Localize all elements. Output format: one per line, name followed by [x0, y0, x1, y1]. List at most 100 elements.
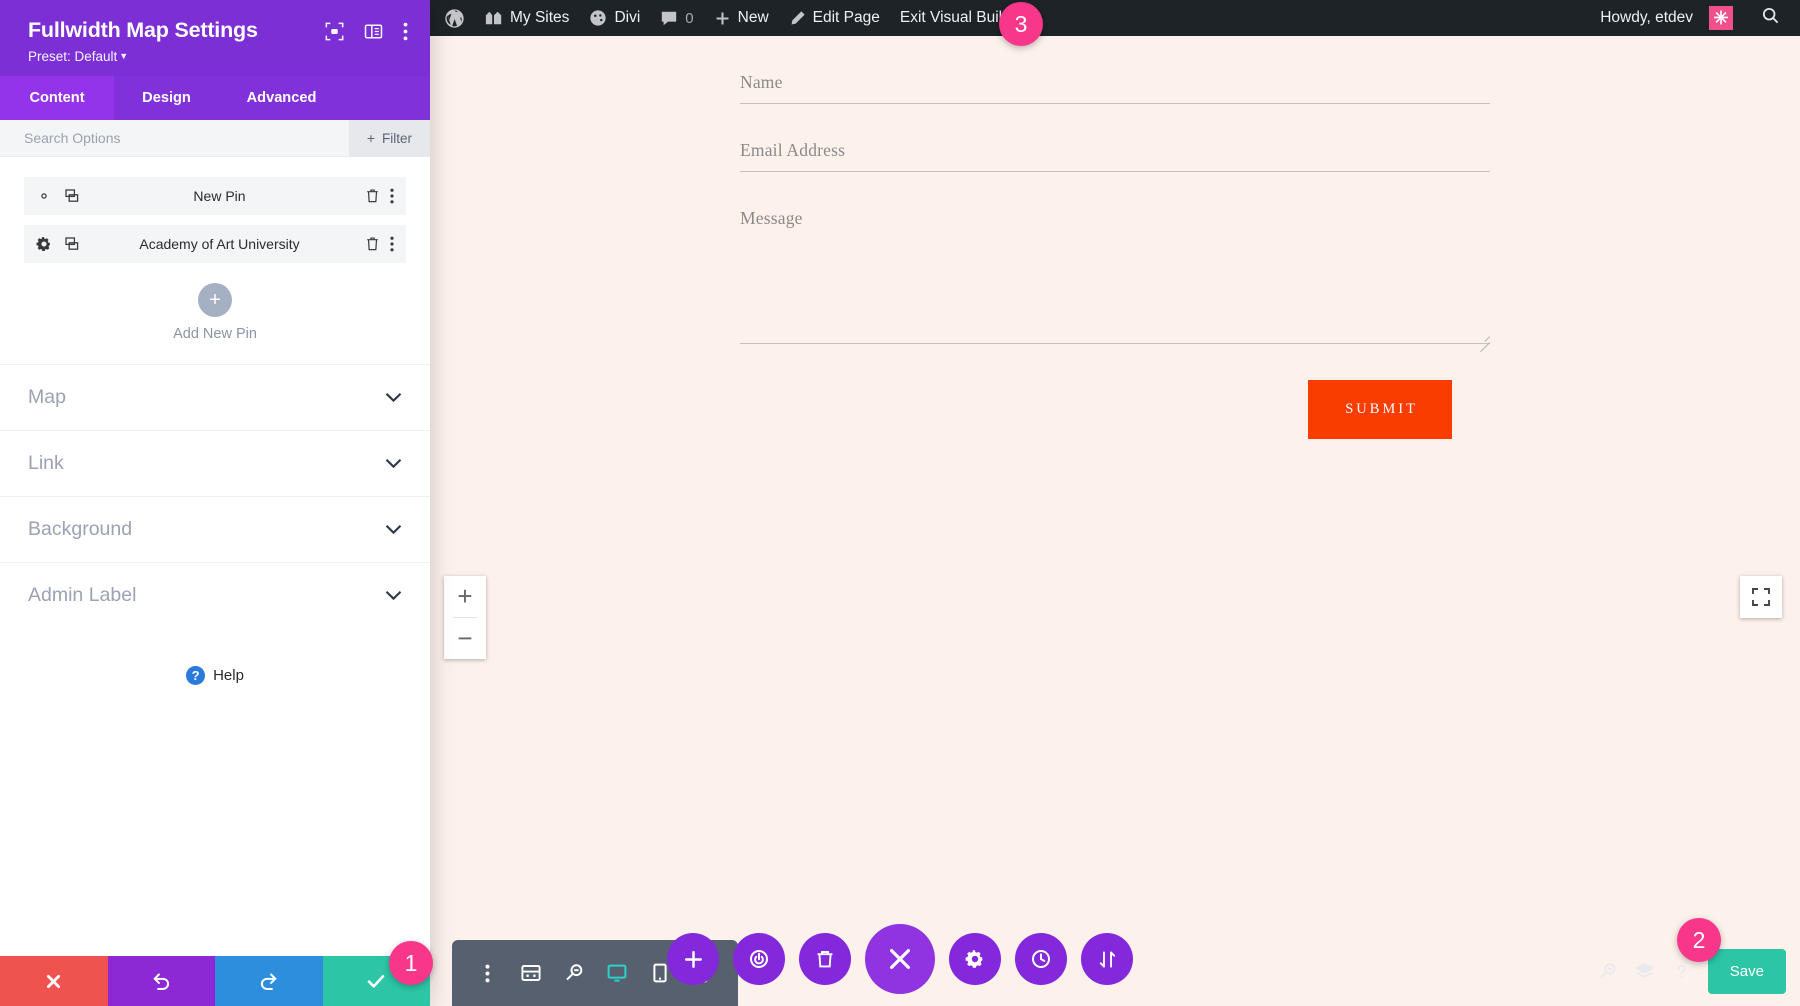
accordion-map[interactable]: Map [0, 364, 430, 430]
pin-name: Academy of Art University [139, 236, 300, 252]
desktop-view-button[interactable] [595, 940, 638, 1006]
history-button[interactable] [1015, 933, 1067, 985]
admin-bar-item-comments[interactable]: 0 [650, 0, 703, 36]
accordion-label: Map [28, 386, 66, 408]
panel-tabs: Content Design Advanced [0, 76, 430, 120]
admin-bar-account[interactable]: Howdy, etdev ✳ [1586, 0, 1743, 36]
help-icon[interactable] [1671, 961, 1692, 982]
map-zoom-control[interactable]: + − [444, 576, 486, 659]
more-vertical-icon[interactable] [390, 188, 394, 204]
pencil-icon [789, 10, 806, 27]
focus-icon[interactable] [325, 22, 344, 41]
tab-advanced[interactable]: Advanced [219, 76, 344, 120]
trash-button[interactable] [799, 933, 851, 985]
comment-icon [660, 9, 678, 27]
save-button[interactable]: Save [1707, 949, 1786, 994]
search-icon [1761, 6, 1780, 30]
map-fullscreen-button[interactable] [1740, 576, 1782, 618]
panel-search-bar: + Filter [0, 119, 430, 157]
undo-button[interactable] [107, 956, 215, 1006]
page-content: Name Email Address Message SUBMIT [430, 36, 1800, 1006]
panel-header-row: Fullwidth Map Settings [28, 18, 408, 43]
step-badge-2: 2 [1677, 918, 1721, 962]
chevron-down-icon [385, 590, 402, 601]
admin-bar-item-my-sites[interactable]: My Sites [475, 0, 579, 36]
trash-icon[interactable] [365, 188, 380, 204]
cancel-button[interactable] [0, 956, 108, 1006]
submit-row: SUBMIT [740, 380, 1490, 439]
avatar: ✳ [1709, 6, 1733, 30]
duplicate-icon[interactable] [64, 236, 80, 252]
plus-icon: + [198, 283, 232, 317]
help-link[interactable]: ? Help [0, 628, 430, 685]
panel-header-icons [325, 18, 408, 41]
redo-button[interactable] [215, 956, 323, 1006]
filter-button[interactable]: + Filter [348, 119, 430, 157]
contact-form: Name Email Address Message SUBMIT [740, 36, 1490, 439]
divi-icon [589, 9, 607, 27]
admin-bar-right: Howdy, etdev ✳ [1586, 0, 1800, 36]
form-field-message[interactable]: Message [740, 208, 1490, 344]
help-label: Help [213, 667, 244, 684]
add-module-button[interactable] [667, 933, 719, 985]
submit-button[interactable]: SUBMIT [1308, 380, 1452, 439]
layers-icon[interactable] [1634, 961, 1655, 982]
settings-gear-button[interactable] [949, 933, 1001, 985]
trash-icon[interactable] [365, 236, 380, 252]
resize-handle-icon[interactable] [1477, 330, 1490, 343]
more-vertical-icon[interactable] [390, 236, 394, 252]
admin-bar-search-button[interactable] [1743, 6, 1800, 30]
tab-content[interactable]: Content [0, 76, 114, 120]
panel-action-bar [0, 956, 430, 1006]
help-icon: ? [186, 666, 206, 685]
accordion-background[interactable]: Background [0, 496, 430, 562]
tab-design[interactable]: Design [114, 76, 219, 120]
howdy-label: Howdy, etdev [1600, 9, 1693, 26]
wordpress-logo-icon[interactable] [430, 0, 475, 36]
chevron-down-icon [385, 458, 402, 469]
duplicate-icon[interactable] [64, 188, 80, 204]
accordion-label: Admin Label [28, 584, 137, 606]
layout-icon[interactable] [364, 22, 383, 41]
preset-label: Preset: Default [28, 49, 118, 64]
map-zoom-out-button[interactable]: − [444, 618, 486, 659]
wordpress-logo-icon [444, 8, 465, 29]
portability-button[interactable] [1081, 933, 1133, 985]
zoom-out-icon[interactable] [1597, 961, 1618, 982]
accordion-link[interactable]: Link [0, 430, 430, 496]
step-badge-1: 1 [389, 941, 433, 985]
zoom-out-icon[interactable] [552, 940, 595, 1006]
form-field-email[interactable]: Email Address [740, 140, 1490, 172]
pin-list-item[interactable]: Academy of Art University [24, 225, 406, 263]
more-vertical-icon[interactable] [403, 22, 408, 41]
accordion-admin-label[interactable]: Admin Label [0, 562, 430, 628]
step-badge-3: 3 [999, 2, 1043, 46]
field-underline [740, 103, 1490, 104]
add-new-pin-button[interactable]: + Add New Pin [0, 273, 430, 364]
message-textarea[interactable] [740, 239, 1490, 343]
preset-selector[interactable]: Preset: Default ▼ [28, 49, 408, 64]
panel-header: Fullwidth Map Settings Preset: Default ▼ [0, 0, 430, 76]
gear-icon[interactable] [36, 236, 52, 252]
divi-main-toolbar [667, 924, 1133, 994]
pin-list: New Pin Academy of Art University [0, 157, 430, 263]
form-field-name[interactable]: Name [740, 72, 1490, 104]
field-underline [740, 343, 1490, 344]
gear-icon[interactable] [36, 188, 52, 204]
search-input[interactable] [0, 130, 349, 146]
chevron-down-icon [385, 392, 402, 403]
pin-name: New Pin [193, 188, 246, 204]
comment-count: 0 [685, 9, 694, 27]
pin-list-item[interactable]: New Pin [24, 177, 406, 215]
close-builder-button[interactable] [865, 924, 935, 994]
more-vertical-icon[interactable] [466, 940, 509, 1006]
admin-bar-item-edit-page[interactable]: Edit Page [779, 0, 890, 36]
map-zoom-in-button[interactable]: + [444, 576, 486, 617]
sites-icon [485, 9, 503, 27]
accordion-label: Link [28, 452, 64, 474]
admin-bar-item-divi[interactable]: Divi [579, 0, 650, 36]
admin-bar-item-new[interactable]: New [704, 0, 779, 36]
power-button[interactable] [733, 933, 785, 985]
wireframe-icon[interactable] [509, 940, 552, 1006]
field-label: Message [740, 208, 803, 228]
